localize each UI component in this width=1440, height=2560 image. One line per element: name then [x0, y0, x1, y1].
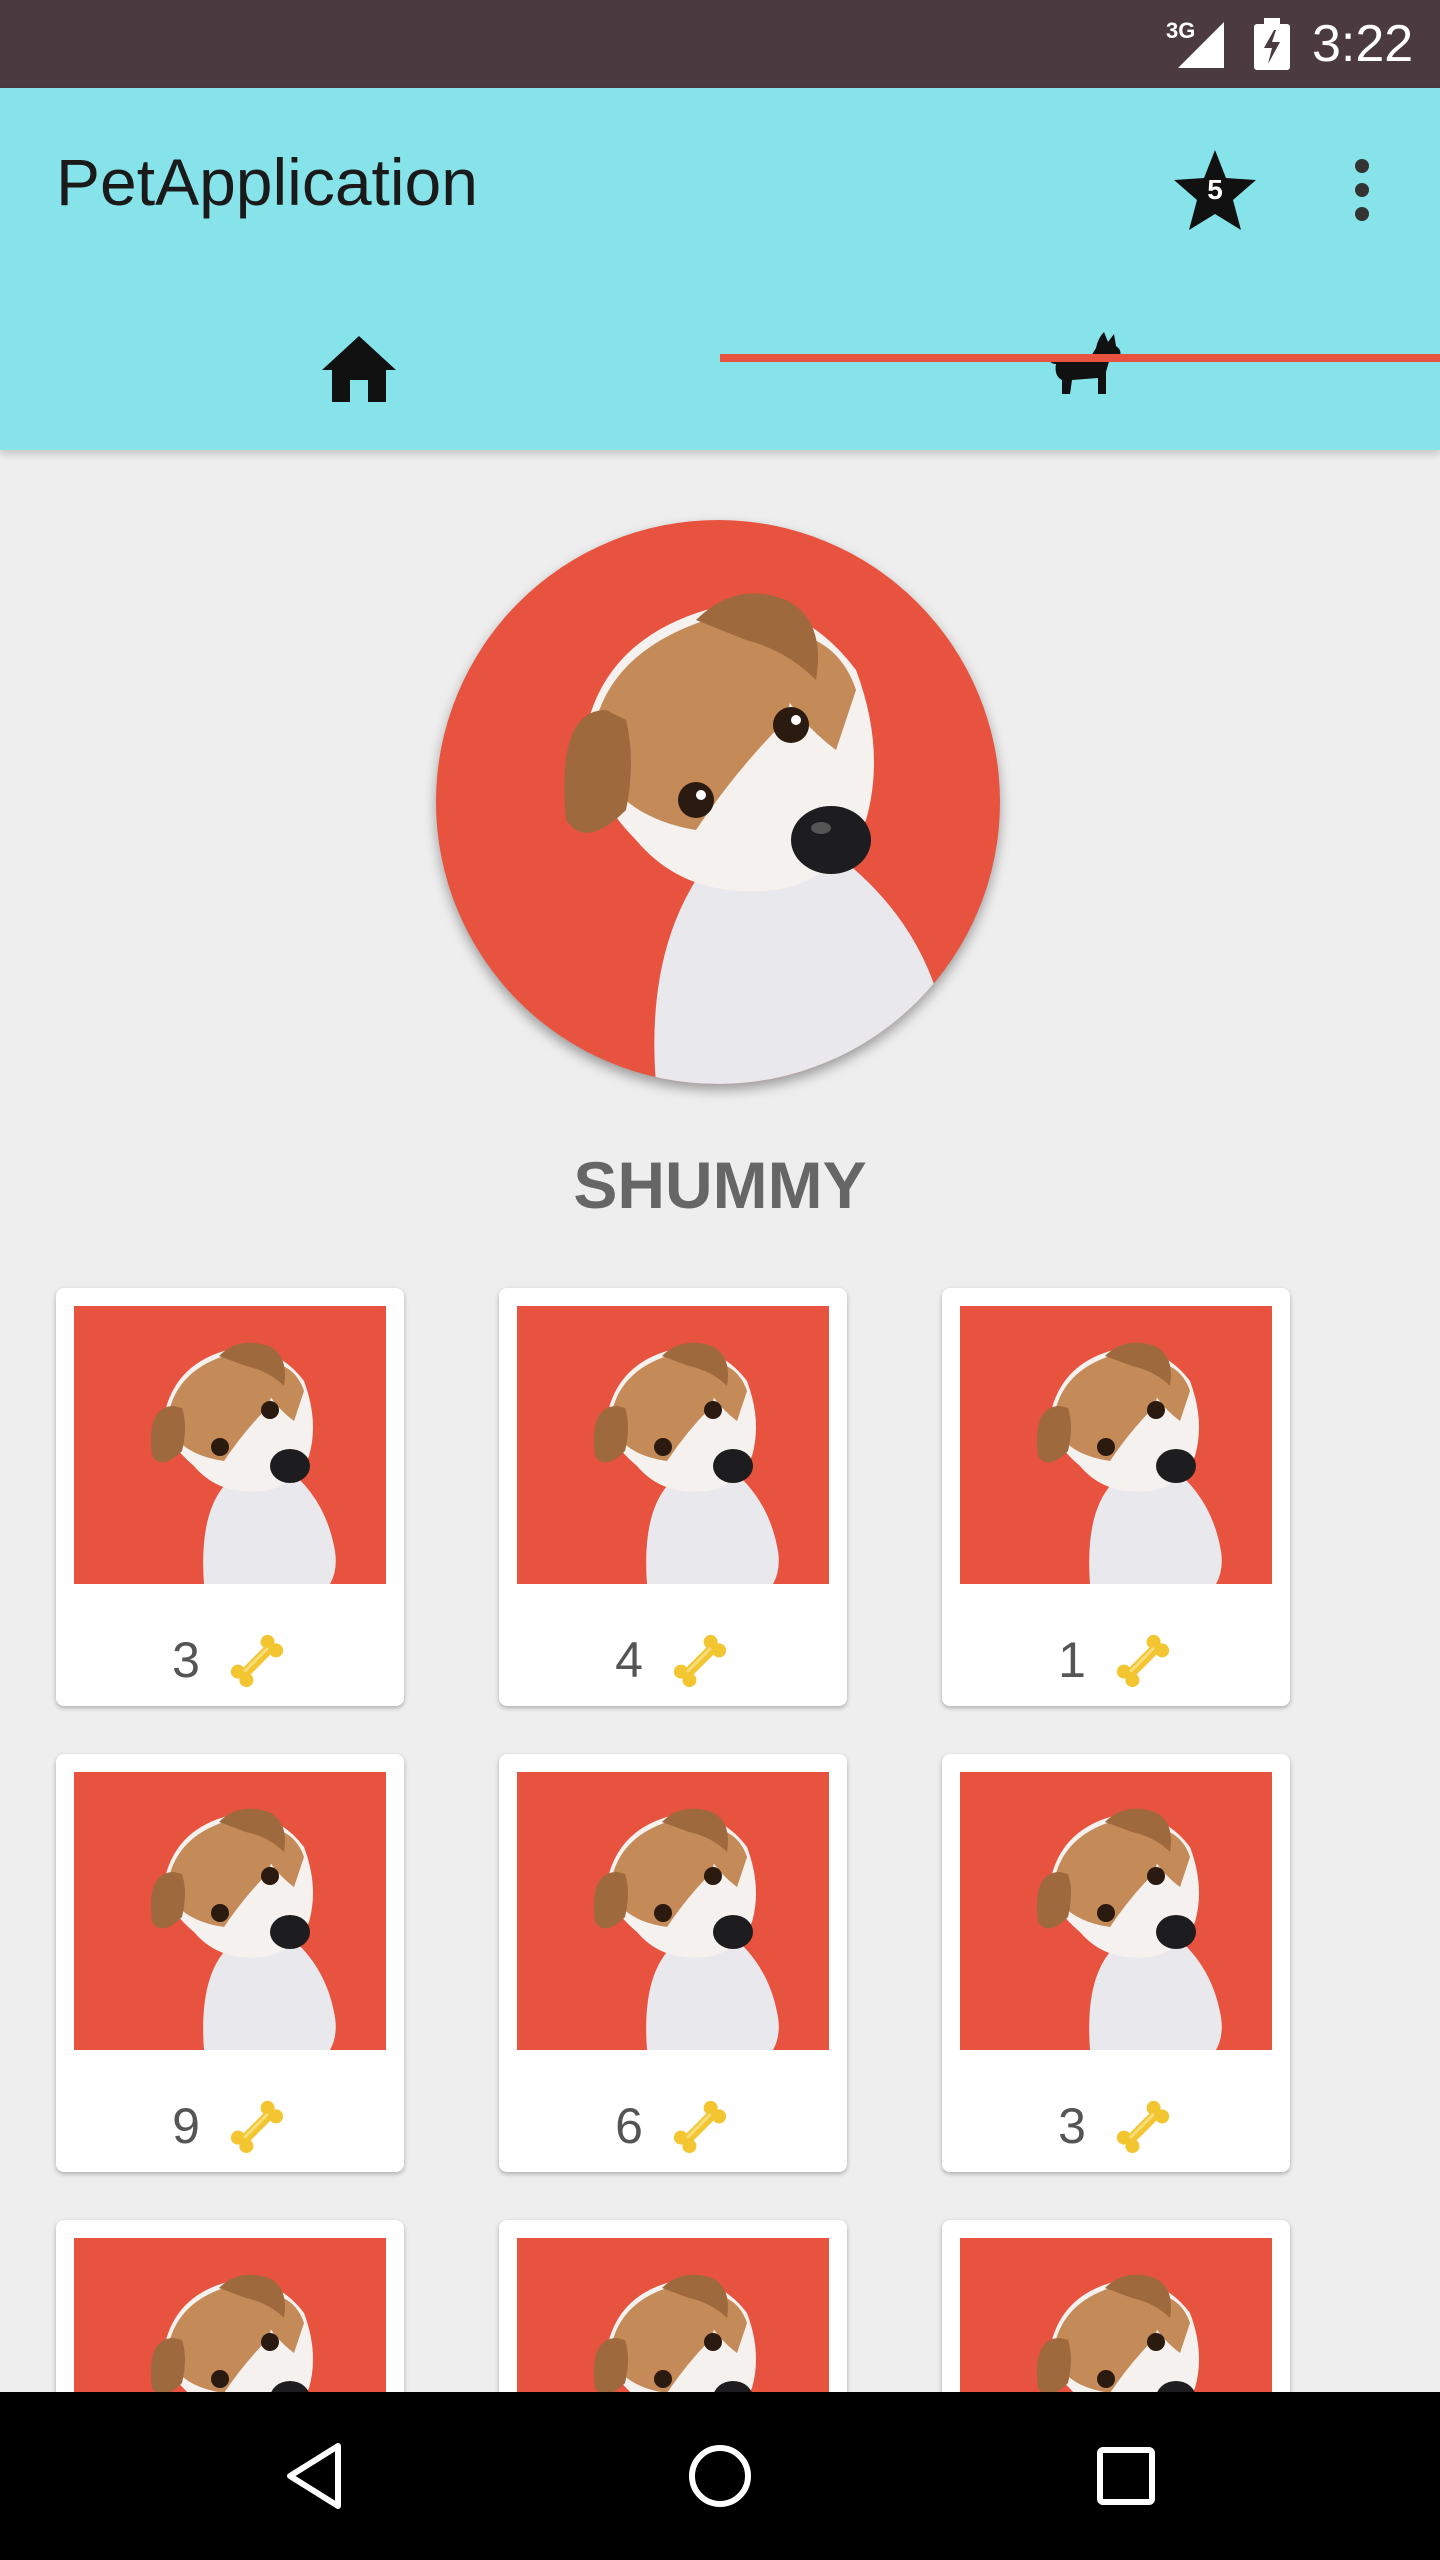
star-count-badge: 5 [1207, 174, 1223, 205]
bone-icon [667, 1628, 733, 1694]
pet-photo [74, 1772, 386, 2050]
app-bar: PetApplication 5 [0, 88, 1440, 450]
pet-photo-card[interactable]: 3 [942, 1754, 1290, 2172]
pet-photo [960, 1306, 1272, 1584]
home-circle-icon [689, 2445, 751, 2507]
bone-icon [224, 2094, 290, 2160]
recents-button[interactable] [1086, 2436, 1166, 2516]
more-vert-icon [1355, 159, 1369, 221]
overflow-menu-button[interactable] [1336, 152, 1388, 232]
pet-photo-card[interactable]: 4 [499, 1288, 847, 1706]
status-bar: 3G 3:22 [0, 0, 1440, 88]
pet-photo-card[interactable]: 1 [942, 1288, 1290, 1706]
bone-count: 3 [172, 1632, 200, 1688]
pet-name: SHUMMY [573, 1148, 867, 1222]
bone-count: 4 [615, 1632, 643, 1688]
battery-charging-icon [1254, 18, 1290, 70]
home-button[interactable] [680, 2436, 760, 2516]
recents-icon [1097, 2447, 1155, 2505]
clock: 3:22 [1312, 15, 1414, 73]
tab-pet[interactable] [720, 288, 1440, 450]
pet-photo-card[interactable]: 9 [56, 1754, 404, 2172]
pet-photo-card[interactable]: 6 [499, 1754, 847, 2172]
navigation-bar [0, 2392, 1440, 2560]
favorites-button[interactable]: 5 [1172, 148, 1258, 232]
signal-icon [1178, 22, 1224, 68]
bone-icon [667, 2094, 733, 2160]
bone-icon [1110, 1628, 1176, 1694]
bone-count: 6 [615, 2098, 643, 2154]
pet-avatar[interactable] [436, 520, 1000, 1084]
tab-indicator [720, 354, 1440, 362]
pet-photo-card[interactable]: 3 [56, 1288, 404, 1706]
tab-bar [0, 288, 1440, 450]
dog-icon [1048, 332, 1121, 394]
pet-photo [960, 1772, 1272, 2050]
dog-photo [564, 593, 943, 1084]
back-icon [287, 2443, 341, 2509]
app-title: PetApplication [56, 145, 478, 219]
bone-count: 9 [172, 2098, 200, 2154]
bone-icon [1110, 2094, 1176, 2160]
bone-count: 1 [1058, 1632, 1086, 1688]
bone-icon [224, 1628, 290, 1694]
tab-home[interactable] [0, 288, 720, 450]
pet-photo [74, 1306, 386, 1584]
pet-photo [517, 1772, 829, 2050]
screen: 3G 3:22 PetApplication 5 SHUMMY 3 4 1 9 … [0, 0, 1440, 2560]
pet-photo [517, 1306, 829, 1584]
bone-count: 3 [1058, 2098, 1086, 2154]
home-icon [322, 336, 396, 402]
back-button[interactable] [276, 2436, 356, 2516]
